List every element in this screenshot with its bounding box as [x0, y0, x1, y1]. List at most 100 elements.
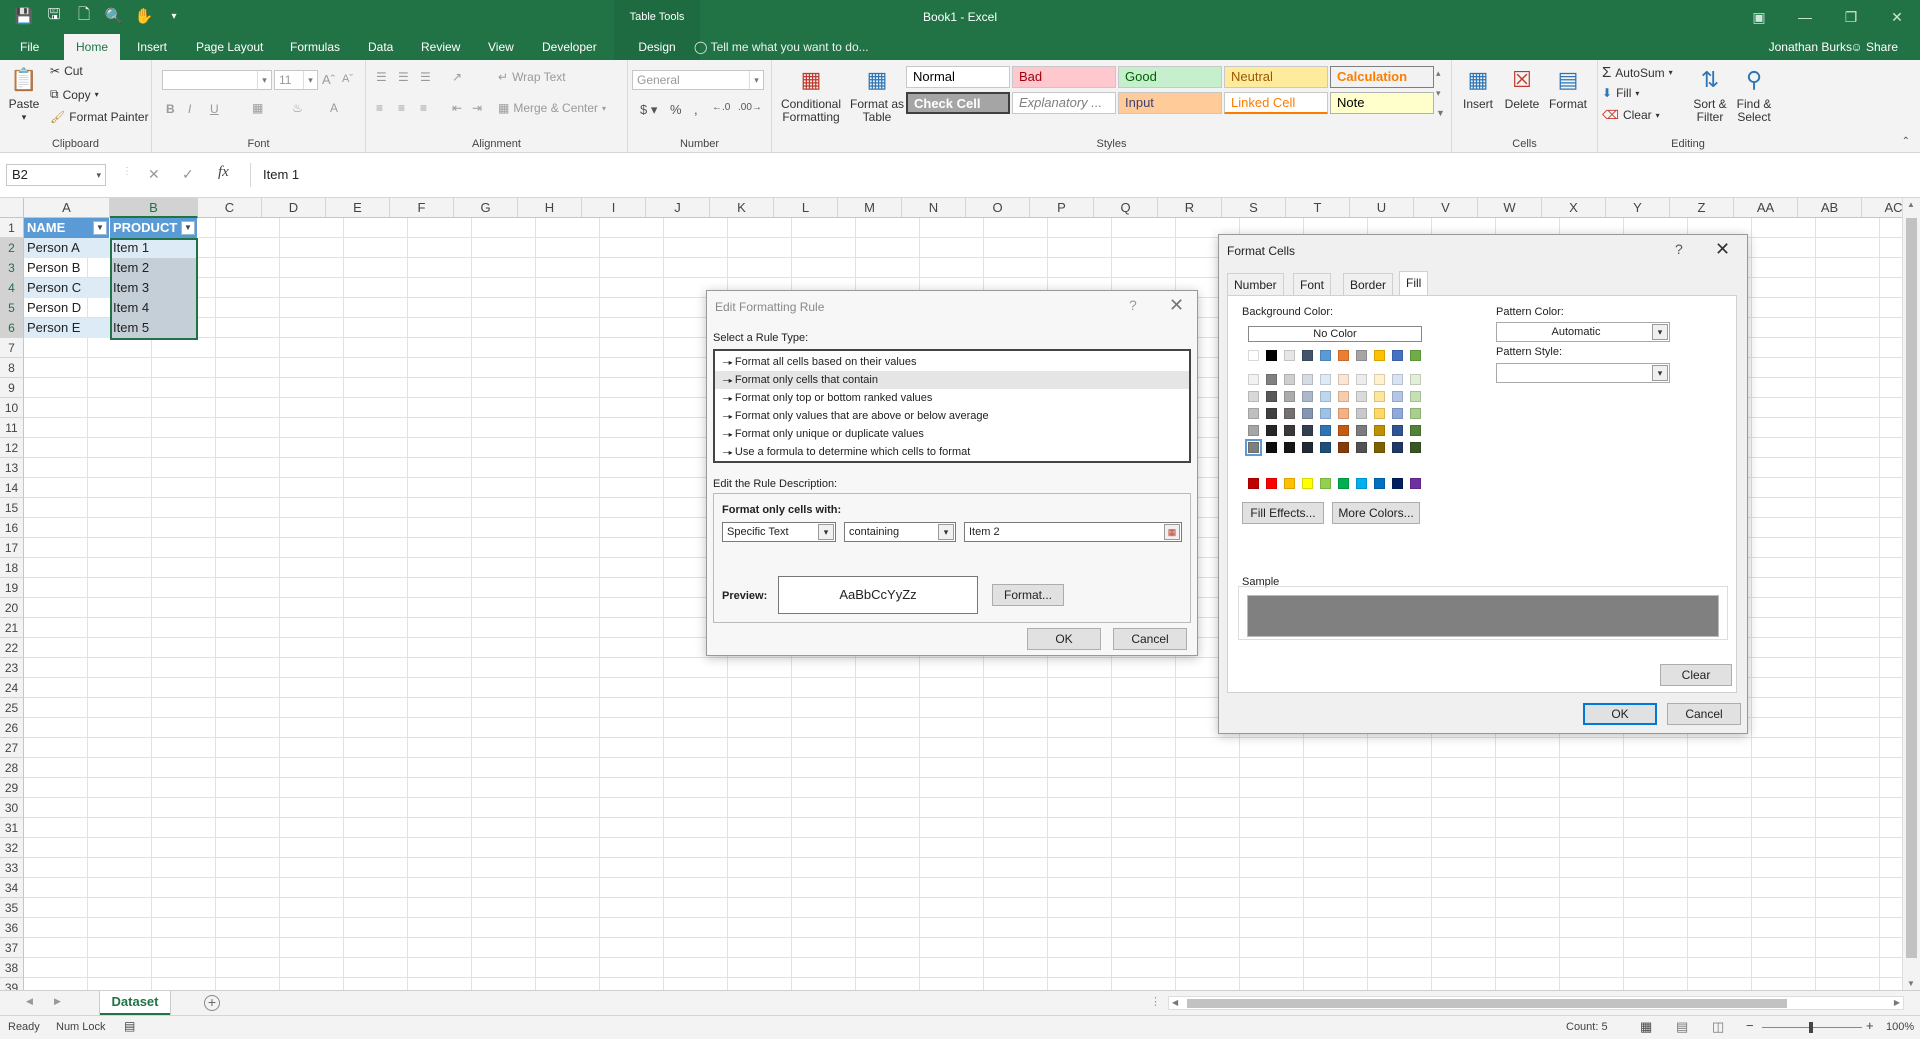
color-swatch[interactable] [1248, 425, 1259, 436]
color-swatch[interactable] [1374, 350, 1385, 361]
vertical-scroll-thumb[interactable] [1906, 218, 1917, 958]
color-swatch[interactable] [1302, 374, 1313, 385]
font-size-combo[interactable]: 11 ▾ [274, 70, 318, 90]
gallery-up-icon[interactable]: ▴ [1436, 68, 1441, 79]
row-header[interactable]: 38 [0, 958, 24, 978]
tab-design[interactable]: Design [614, 34, 700, 60]
color-swatch[interactable] [1320, 350, 1331, 361]
column-header[interactable]: M [838, 198, 902, 218]
vertical-scrollbar[interactable]: ▲ ▼ [1902, 198, 1920, 990]
column-header[interactable]: D [262, 198, 326, 218]
tab-formulas[interactable]: Formulas [280, 34, 350, 60]
format-as-table-button[interactable]: ▦ Format as Table [848, 64, 906, 124]
rule-type-item[interactable]: ─▸ Use a formula to determine which cell… [715, 443, 1189, 461]
page-layout-view-icon[interactable]: ▤ [1676, 1019, 1688, 1035]
color-swatch[interactable] [1284, 478, 1295, 489]
cancel-button[interactable]: Cancel [1667, 703, 1741, 725]
font-color-icon[interactable]: A [330, 101, 338, 115]
page-break-view-icon[interactable]: ◫ [1712, 1019, 1724, 1035]
row-header[interactable]: 9 [0, 378, 24, 398]
save-icon[interactable]: 💾 [14, 6, 34, 26]
customize-icon[interactable]: ▾ [164, 6, 184, 26]
scroll-left-icon[interactable]: ◀ [1172, 998, 1178, 1007]
column-header[interactable]: A [24, 198, 110, 218]
tab-insert[interactable]: Insert [127, 34, 177, 60]
conditional-formatting-button[interactable]: ▦ Conditional Formatting [776, 64, 846, 124]
prev-sheet-icon[interactable]: ◀ [26, 996, 33, 1007]
row-header[interactable]: 26 [0, 718, 24, 738]
user-name[interactable]: Jonathan Burks [1769, 34, 1852, 60]
zoom-level[interactable]: 100% [1886, 1021, 1914, 1033]
color-swatch[interactable] [1266, 374, 1277, 385]
color-swatch[interactable] [1248, 391, 1259, 402]
name-box[interactable]: B2 ▾ [6, 164, 106, 186]
zoom-out-icon[interactable]: − [1746, 1018, 1754, 1033]
color-swatch[interactable] [1320, 374, 1331, 385]
table-cell[interactable]: Person B [24, 258, 110, 278]
close-icon[interactable]: ✕ [1715, 239, 1730, 260]
column-header[interactable]: T [1286, 198, 1350, 218]
autosum-button[interactable]: Σ AutoSum ▾ [1602, 64, 1673, 81]
color-swatch[interactable] [1392, 442, 1403, 453]
color-swatch[interactable] [1392, 374, 1403, 385]
table-cell[interactable]: Person D [24, 298, 110, 318]
color-swatch[interactable] [1374, 408, 1385, 419]
table-cell[interactable]: Person A [24, 238, 110, 258]
maximize-icon[interactable]: ❐ [1828, 0, 1874, 34]
column-header[interactable]: G [454, 198, 518, 218]
new-file-icon[interactable]: 🗋 [74, 6, 94, 26]
print-preview-icon[interactable]: 🔍 [104, 6, 124, 26]
cell-style-1[interactable]: Bad [1012, 66, 1116, 88]
column-header[interactable]: AC [1862, 198, 1902, 218]
row-header[interactable]: 24 [0, 678, 24, 698]
row-header[interactable]: 7 [0, 338, 24, 358]
color-swatch[interactable] [1284, 391, 1295, 402]
color-swatch[interactable] [1410, 425, 1421, 436]
color-swatch[interactable] [1410, 408, 1421, 419]
row-header[interactable]: 21 [0, 618, 24, 638]
color-swatch[interactable] [1302, 391, 1313, 402]
rule-type-item[interactable]: ─▸ Format only values that are above or … [715, 407, 1189, 425]
row-header[interactable]: 15 [0, 498, 24, 518]
tab-home[interactable]: Home [64, 34, 120, 60]
color-swatch[interactable] [1356, 350, 1367, 361]
ok-button[interactable]: OK [1027, 628, 1101, 650]
color-swatch[interactable] [1320, 425, 1331, 436]
column-header[interactable]: N [902, 198, 966, 218]
color-swatch[interactable] [1248, 350, 1259, 361]
color-swatch[interactable] [1374, 442, 1385, 453]
sort-filter-button[interactable]: ⇅ Sort & Filter [1690, 64, 1730, 124]
align-bottom-icon[interactable]: ☰ [420, 70, 431, 84]
increase-decimal-icon[interactable]: ←.0 [712, 102, 730, 113]
cell-style-0[interactable]: Normal [906, 66, 1010, 88]
column-header[interactable]: Q [1094, 198, 1158, 218]
row-header[interactable]: 39 [0, 978, 24, 990]
tab-review[interactable]: Review [411, 34, 470, 60]
column-header[interactable]: V [1414, 198, 1478, 218]
color-swatch[interactable] [1392, 408, 1403, 419]
color-swatch[interactable] [1302, 408, 1313, 419]
tab-file[interactable]: File [10, 34, 49, 60]
column-header[interactable]: AA [1734, 198, 1798, 218]
percent-icon[interactable]: % [670, 102, 682, 117]
column-header[interactable]: P [1030, 198, 1094, 218]
cell-style-4[interactable]: Calculation [1330, 66, 1434, 88]
column-header[interactable]: I [582, 198, 646, 218]
row-header[interactable]: 36 [0, 918, 24, 938]
row-header[interactable]: 6 [0, 318, 24, 338]
next-sheet-icon[interactable]: ▶ [54, 996, 61, 1007]
comma-icon[interactable]: , [694, 102, 698, 117]
rule-type-item[interactable]: ─▸ Format all cells based on their value… [715, 353, 1189, 371]
tab-fill[interactable]: Fill [1399, 271, 1429, 295]
row-header[interactable]: 4 [0, 278, 24, 298]
color-swatch[interactable] [1266, 391, 1277, 402]
horizontal-scroll-thumb[interactable] [1187, 999, 1787, 1008]
fill-button[interactable]: ⬇ Fill ▾ [1602, 86, 1639, 100]
color-swatch[interactable] [1266, 442, 1277, 453]
align-right-icon[interactable]: ≡ [420, 101, 427, 115]
row-header[interactable]: 13 [0, 458, 24, 478]
color-swatch[interactable] [1302, 425, 1313, 436]
cell-style-7[interactable]: Input [1118, 92, 1222, 114]
scroll-right-icon[interactable]: ▶ [1894, 998, 1900, 1007]
normal-view-icon[interactable]: ▦ [1640, 1019, 1652, 1035]
